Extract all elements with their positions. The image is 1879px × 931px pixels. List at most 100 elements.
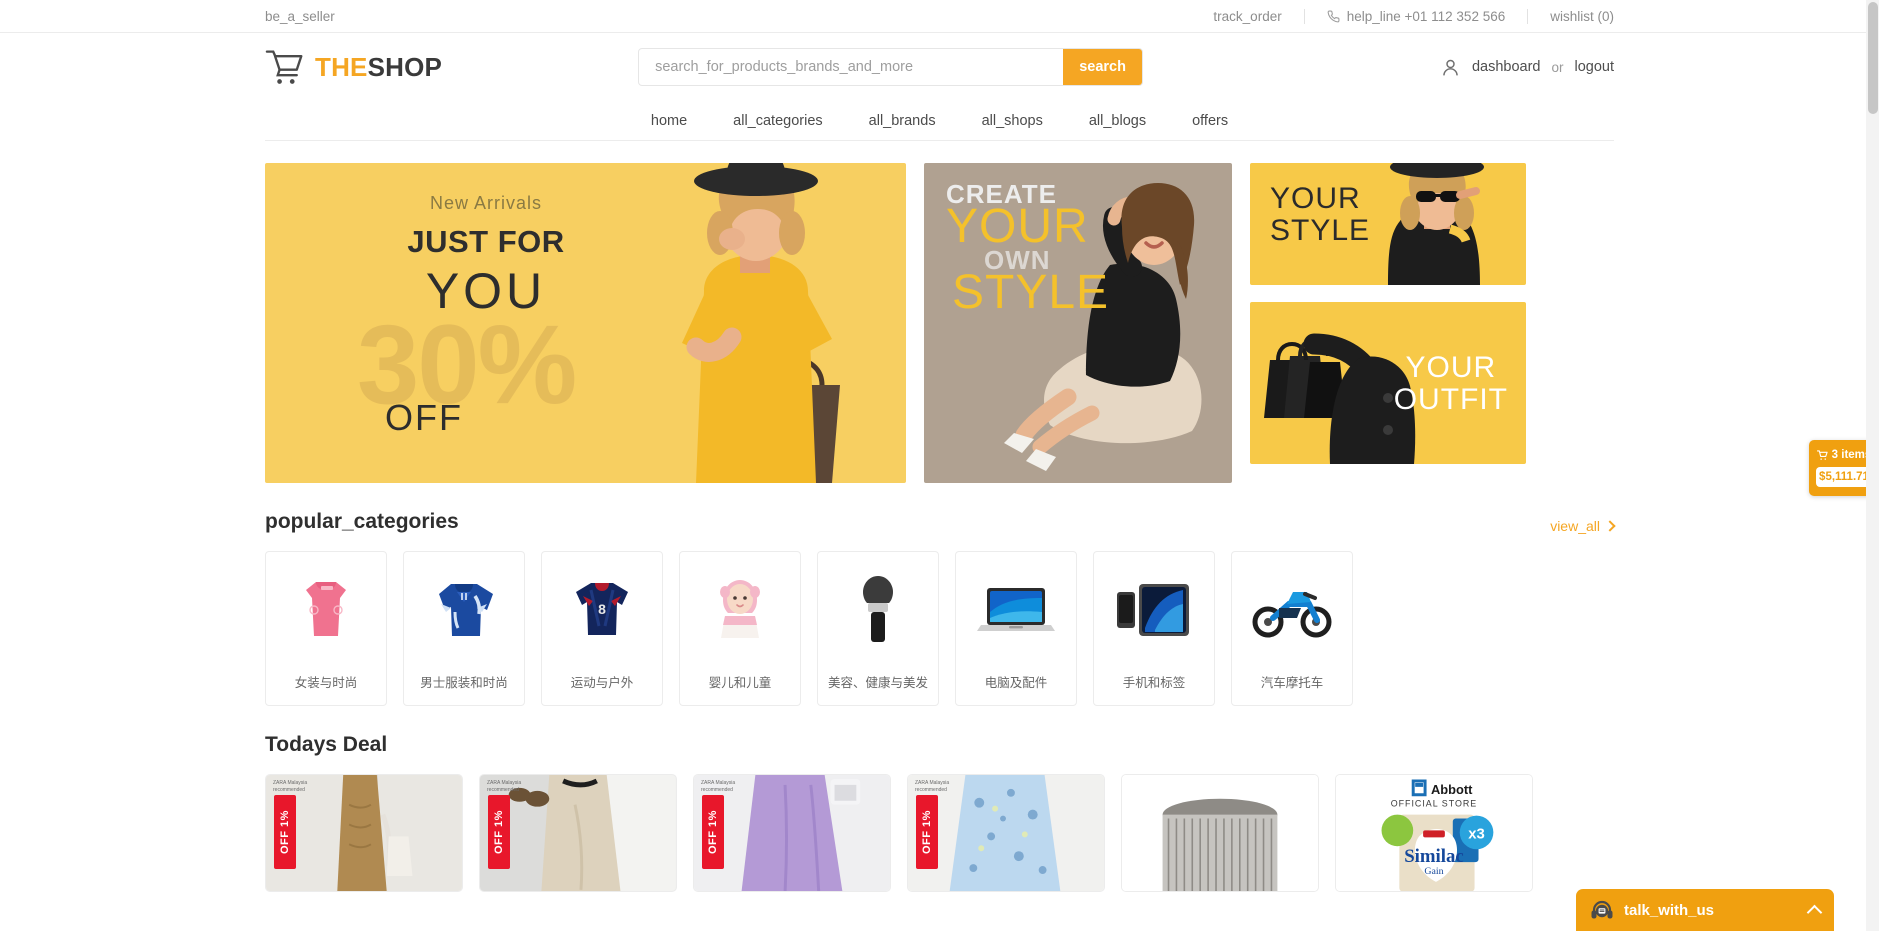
hoodie-image [439,584,493,636]
search-input[interactable] [639,49,1064,85]
category-card-womens-fashion[interactable]: 女装与时尚 [265,551,387,706]
banner-mid-line4: STYLE [952,266,1110,319]
cart-icon [1816,449,1828,460]
account-area: dashboard or logout [1440,57,1614,78]
deal-card[interactable]: ZARA Malaysia recommended OFF 1% [693,774,891,892]
svg-text:OFFICIAL STORE: OFFICIAL STORE [1391,799,1477,809]
page-scrollbar[interactable] [1866,0,1879,931]
discount-badge: OFF 1% [702,795,724,869]
user-icon[interactable] [1440,57,1461,78]
nav-item-home[interactable]: home [651,113,687,129]
banner-mid-line2: YOUR [946,200,1089,253]
banner-subtitle: New Arrivals [429,193,543,213]
tablet-phone-image [1117,584,1189,636]
brand-the: THE [315,51,368,82]
category-card-sports-outdoor[interactable]: 8 运动与户外 [541,551,663,706]
dress-image [306,582,346,636]
brand-text: THESHOP [315,52,442,83]
discount-badge: OFF 1% [916,795,938,869]
nav-item-all-shops[interactable]: all_shops [982,113,1043,129]
logout-link[interactable]: logout [1574,59,1614,75]
help-line-label: help_line +01 112 352 566 [1346,8,1506,24]
search-button[interactable]: search [1063,49,1143,85]
svg-text:x3: x3 [1468,826,1485,842]
banner-column-right: YOUR STYLE YOUR OUTFIT [1250,163,1526,483]
banner-your-outfit-text: YOUR OUTFIT [1394,352,1508,415]
product-watermark: ZARA Malaysia recommended [701,780,736,793]
cart-total-price: $5,111.71 [1816,467,1872,487]
headset-icon [1591,900,1613,919]
view-all-categories-link[interactable]: view_all [1550,518,1616,534]
brush-icon [835,566,921,652]
category-card-beauty-health[interactable]: 美容、健康与美发 [817,551,939,706]
chat-widget-label: talk_with_us [1624,901,1715,919]
banner-just-for-you[interactable]: New Arrivals JUST FOR YOU 30% OFF [265,163,906,483]
todays-deal-title: Todays Deal [265,733,388,756]
deal-card[interactable]: ZARA Malaysia recommended OFF 1% [479,774,677,892]
nav-item-all-blogs[interactable]: all_blogs [1089,113,1146,129]
makeup-brush-image [863,576,893,642]
banner-s1-line1: YOUR [1270,182,1361,215]
category-card-computers[interactable]: 电脑及配件 [955,551,1077,706]
category-card-automotive[interactable]: 汽车摩托车 [1231,551,1353,706]
hoodie-icon [421,566,507,652]
top-utility-right: track_order help_line +01 112 352 566 wi… [1213,8,1614,24]
category-label: 女装与时尚 [294,676,358,690]
track-order-link[interactable]: track_order [1213,9,1281,24]
discount-badge: OFF 1% [488,795,510,869]
banner-your-outfit[interactable]: YOUR OUTFIT [1250,302,1526,464]
todays-deal-header: Todays Deal [265,733,1614,757]
svg-text:8: 8 [598,601,606,617]
brand-logo[interactable]: THESHOP [265,48,442,86]
banner-main-text: New Arrivals JUST FOR YOU [321,193,651,320]
baby-image [720,580,760,638]
chat-widget[interactable]: talk_with_us [1576,889,1834,931]
banner-s2-line2: OUTFIT [1393,382,1508,416]
page-root: be_a_seller track_order help_line +01 11… [0,0,1879,931]
banner-create-your-own-style[interactable]: CREATE YOUR OWN STYLE [924,163,1232,483]
product-watermark: ZARA Malaysia recommended [487,780,522,793]
banner-off-label: OFF [385,397,463,438]
deal-card[interactable] [1121,774,1319,892]
main-nav-wrapper: home all_categories all_brands all_shops… [0,101,1879,141]
banner-your-style-text: YOUR STYLE [1270,183,1370,246]
banner-line1: JUST FOR [407,224,565,259]
category-card-phones-tablets[interactable]: 手机和标签 [1093,551,1215,706]
banner-s1-line2: STYLE [1270,213,1371,247]
be-a-seller-link[interactable]: be_a_seller [265,9,335,24]
category-card-baby-kids[interactable]: 婴儿和儿童 [679,551,801,706]
chevron-up-icon[interactable] [1806,904,1823,920]
svg-text:Gain: Gain [1424,866,1443,877]
view-all-label: view_all [1550,518,1600,534]
dashboard-link[interactable]: dashboard [1472,59,1541,75]
divider [1303,8,1305,24]
popular-categories-header: popular_categories view_all [265,510,1616,534]
banner-s2-line1: YOUR [1405,351,1497,384]
discount-badge: OFF 1% [274,795,296,869]
deal-card[interactable]: ZARA Malaysia recommended OFF 1% [907,774,1105,892]
deal-card[interactable]: Abbott OFFICIAL STORE x3 Similac Gain [1335,774,1533,892]
category-label: 婴儿和儿童 [708,676,772,690]
chevron-right-icon [1604,520,1616,532]
banner-your-style[interactable]: YOUR STYLE [1250,163,1526,285]
deal-card[interactable]: ZARA Malaysia recommended OFF 1% [265,774,463,892]
popular-categories-title: popular_categories [265,510,459,533]
hero-banners: New Arrivals JUST FOR YOU 30% OFF CREATE… [265,163,1614,483]
site-header: THESHOP search dashboard or logout [0,33,1879,101]
or-label: or [1551,59,1564,75]
tablet-icon [1111,566,1197,652]
product-image [1122,775,1318,891]
product-watermark: ZARA Malaysia recommended [915,780,950,793]
category-card-mens-fashion[interactable]: 男士服装和时尚 [403,551,525,706]
help-line-link[interactable]: help_line +01 112 352 566 [1327,8,1506,24]
scrollbar-thumb[interactable] [1868,2,1878,114]
jersey-image: 8 [576,583,628,635]
nav-item-all-categories[interactable]: all_categories [733,113,822,129]
baby-icon [697,566,783,652]
nav-item-offers[interactable]: offers [1192,113,1228,129]
wishlist-link[interactable]: wishlist (0) [1550,9,1614,24]
nav-item-all-brands[interactable]: all_brands [869,113,936,129]
product-watermark: ZARA Malaysia recommended [273,780,308,793]
product-image: Abbott OFFICIAL STORE x3 Similac Gain [1336,775,1532,891]
laptop-icon [973,566,1059,652]
